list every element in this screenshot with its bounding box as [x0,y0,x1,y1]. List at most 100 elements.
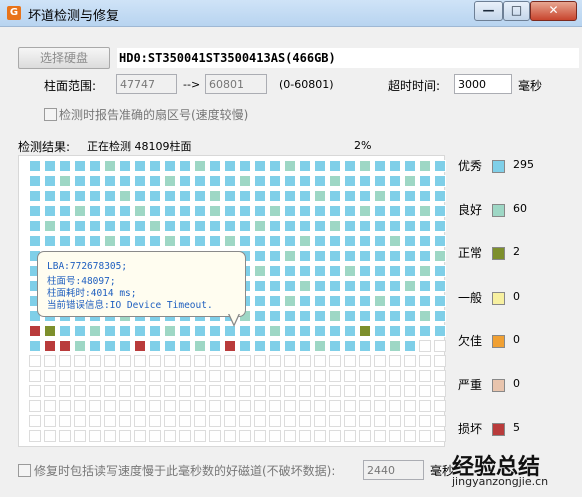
sector-block [374,340,386,352]
sector-block [359,385,371,397]
sector-block [209,415,221,427]
sector-block [89,175,101,187]
sector-block [389,310,401,322]
sector-block [119,175,131,187]
sector-block [419,235,431,247]
sector-block [89,415,101,427]
report-sector-checkbox[interactable] [44,108,57,121]
sector-block [44,205,56,217]
sector-block [299,415,311,427]
sector-block [89,190,101,202]
sector-block [194,430,206,442]
minimize-button[interactable]: — [474,1,503,21]
sector-block [299,325,311,337]
sector-block [59,340,71,352]
sector-block [329,235,341,247]
cylinder-range-hint: (0-60801) [279,78,334,91]
legend-count-3: 0 [513,290,520,303]
sector-block [389,355,401,367]
sector-block [314,220,326,232]
sector-block [44,220,56,232]
sector-block [404,235,416,247]
sector-block [209,400,221,412]
sector-block [314,160,326,172]
cylinder-start-field[interactable]: 47747 [116,74,177,94]
sector-block [29,355,41,367]
sector-block [179,325,191,337]
sector-block [359,340,371,352]
sector-block [284,295,296,307]
sector-block [359,295,371,307]
sector-block [389,160,401,172]
sector-block [194,370,206,382]
sector-block [164,190,176,202]
sector-block [299,340,311,352]
sector-block [389,220,401,232]
sector-block [344,385,356,397]
sector-block [179,190,191,202]
sector-block [209,325,221,337]
sector-block [224,430,236,442]
sector-block [314,310,326,322]
sector-block [149,160,161,172]
sector-block [329,385,341,397]
sector-block [89,340,101,352]
sector-block [239,370,251,382]
sector-block [344,160,356,172]
sector-block [299,280,311,292]
sector-block [314,340,326,352]
sector-block [59,415,71,427]
sector-block [254,295,266,307]
sector-block [149,190,161,202]
sector-block [434,310,446,322]
sector-block [134,205,146,217]
sector-block [179,370,191,382]
sector-block [74,400,86,412]
sector-block [344,355,356,367]
sector-block [59,400,71,412]
maximize-button[interactable]: □ [503,1,530,21]
sector-block [269,370,281,382]
sector-block [389,295,401,307]
result-status: 正在检测 48109柱面 [87,140,192,153]
sector-block [104,205,116,217]
sector-block [329,325,341,337]
sector-block [194,355,206,367]
sector-block [59,205,71,217]
sector-block [239,190,251,202]
sector-block [269,400,281,412]
sector-block [149,355,161,367]
sector-block [359,265,371,277]
sector-block [419,310,431,322]
sector-block [344,340,356,352]
select-disk-button[interactable]: 选择硬盘 [18,47,110,69]
sector-block [89,160,101,172]
timeout-field[interactable]: 3000 [454,74,512,94]
sector-block [269,220,281,232]
sector-tooltip: LBA:772678305; 柱面号:48097; 柱面耗时:4014 ms; … [37,251,246,317]
sector-block [314,205,326,217]
sector-block [134,400,146,412]
progress-percent: 2% [354,139,372,152]
sector-block [269,310,281,322]
repair-ms-field[interactable]: 2440 [363,460,424,480]
sector-block [314,370,326,382]
sector-block [59,355,71,367]
sector-block [254,235,266,247]
sector-block [239,325,251,337]
sector-block [299,385,311,397]
repair-slow-checkbox[interactable] [18,464,31,477]
sector-block [164,220,176,232]
sector-block [134,355,146,367]
sector-block [344,430,356,442]
sector-block [44,370,56,382]
cylinder-end-field[interactable]: 60801 [205,74,267,94]
close-button[interactable]: ✕ [530,1,577,21]
sector-block [254,355,266,367]
sector-block [209,385,221,397]
sector-block [224,235,236,247]
sector-block [194,415,206,427]
sector-block [344,295,356,307]
sector-block [329,355,341,367]
legend-count-5: 0 [513,377,520,390]
